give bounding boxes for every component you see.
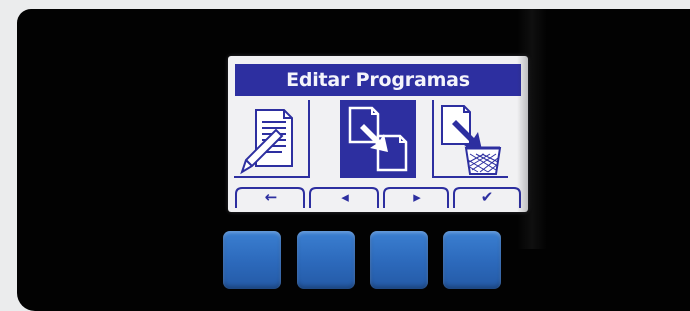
softkey-right[interactable]: ▸ [384,186,450,208]
softkey-row: ← ◂ ▸ ✔ [234,186,522,208]
back-arrow-icon: ← [264,188,278,206]
copy-document-icon [348,106,408,172]
lcd-screen: Editar Programas ← ◂ ▸ ✔ [228,56,528,212]
device-panel: Editar Programas ← ◂ ▸ ✔ [17,9,690,311]
softkey-left[interactable]: ◂ [312,186,378,208]
edit-document-icon [240,109,293,175]
hardware-button-3[interactable] [370,231,428,289]
softkey-confirm[interactable]: ✔ [454,186,520,208]
left-arrow-icon: ◂ [341,188,349,206]
confirm-check-icon: ✔ [480,188,494,206]
screen-title: Editar Programas [235,64,521,96]
right-arrow-icon: ▸ [413,188,421,206]
tile-edit-program[interactable] [234,100,310,178]
tile-delete-program[interactable] [432,100,508,178]
tile-copy-program[interactable] [340,100,416,178]
hardware-button-2[interactable] [297,231,355,289]
softkey-back[interactable]: ← [238,186,304,208]
hardware-button-4[interactable] [443,231,501,289]
hardware-button-1[interactable] [223,231,281,289]
delete-document-icon [441,105,502,175]
